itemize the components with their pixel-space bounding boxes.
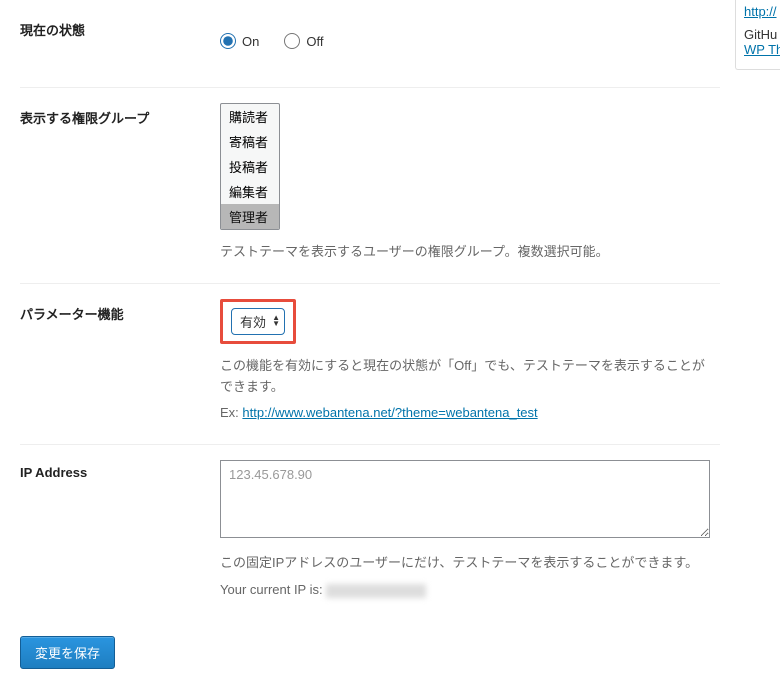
sidebar-link[interactable]: WP Th bbox=[744, 42, 780, 57]
ex-label: Ex: bbox=[220, 405, 239, 420]
ip-current-value-blurred bbox=[326, 584, 426, 598]
submit-row: 変更を保存 bbox=[20, 636, 720, 669]
state-label: 現在の状態 bbox=[20, 0, 220, 88]
state-off-radio[interactable] bbox=[284, 33, 300, 49]
state-radio-group: On Off bbox=[220, 15, 710, 67]
role-option[interactable]: 投稿者 bbox=[221, 154, 279, 179]
state-on-radio[interactable] bbox=[220, 33, 236, 49]
state-off-label[interactable]: Off bbox=[284, 33, 323, 49]
role-option[interactable]: 購読者 bbox=[221, 104, 279, 129]
role-group-label: 表示する権限グループ bbox=[20, 88, 220, 284]
parameter-example-link[interactable]: http://www.webantena.net/?theme=webanten… bbox=[242, 405, 537, 420]
ip-current-label: Your current IP is: bbox=[220, 582, 323, 597]
save-button[interactable]: 変更を保存 bbox=[20, 636, 115, 669]
state-on-text: On bbox=[242, 34, 259, 49]
role-option[interactable]: 管理者 bbox=[221, 204, 279, 229]
sidebar-link[interactable]: http:// bbox=[744, 4, 780, 19]
role-option[interactable]: 編集者 bbox=[221, 179, 279, 204]
state-off-text: Off bbox=[306, 34, 323, 49]
role-group-select[interactable]: 購読者 寄稿者 投稿者 編集者 管理者 bbox=[220, 103, 280, 230]
chevron-updown-icon: ▲▼ bbox=[272, 315, 280, 327]
parameter-select-value: 有効 bbox=[240, 315, 266, 330]
parameter-description: この機能を有効にすると現在の状態が「Off」でも、テストテーマを表示することがで… bbox=[220, 356, 710, 398]
ip-current-line: Your current IP is: bbox=[220, 580, 710, 601]
ip-label: IP Address bbox=[20, 445, 220, 621]
parameter-highlight: 有効 ▲▼ bbox=[220, 299, 296, 344]
parameter-label: パラメーター機能 bbox=[20, 283, 220, 444]
parameter-select[interactable]: 有効 ▲▼ bbox=[231, 308, 285, 335]
role-option[interactable]: 寄稿者 bbox=[221, 129, 279, 154]
ip-description: この固定IPアドレスのユーザーにだけ、テストテーマを表示することができます。 bbox=[220, 553, 710, 574]
role-group-description: テストテーマを表示するユーザーの権限グループ。複数選択可能。 bbox=[220, 242, 710, 263]
state-on-label[interactable]: On bbox=[220, 33, 259, 49]
parameter-example: Ex: http://www.webantena.net/?theme=weba… bbox=[220, 403, 710, 424]
sidebar-box: http:// GitHu WP Th bbox=[735, 0, 780, 70]
ip-textarea[interactable] bbox=[220, 460, 710, 538]
sidebar-github-label: GitHu bbox=[744, 27, 780, 42]
